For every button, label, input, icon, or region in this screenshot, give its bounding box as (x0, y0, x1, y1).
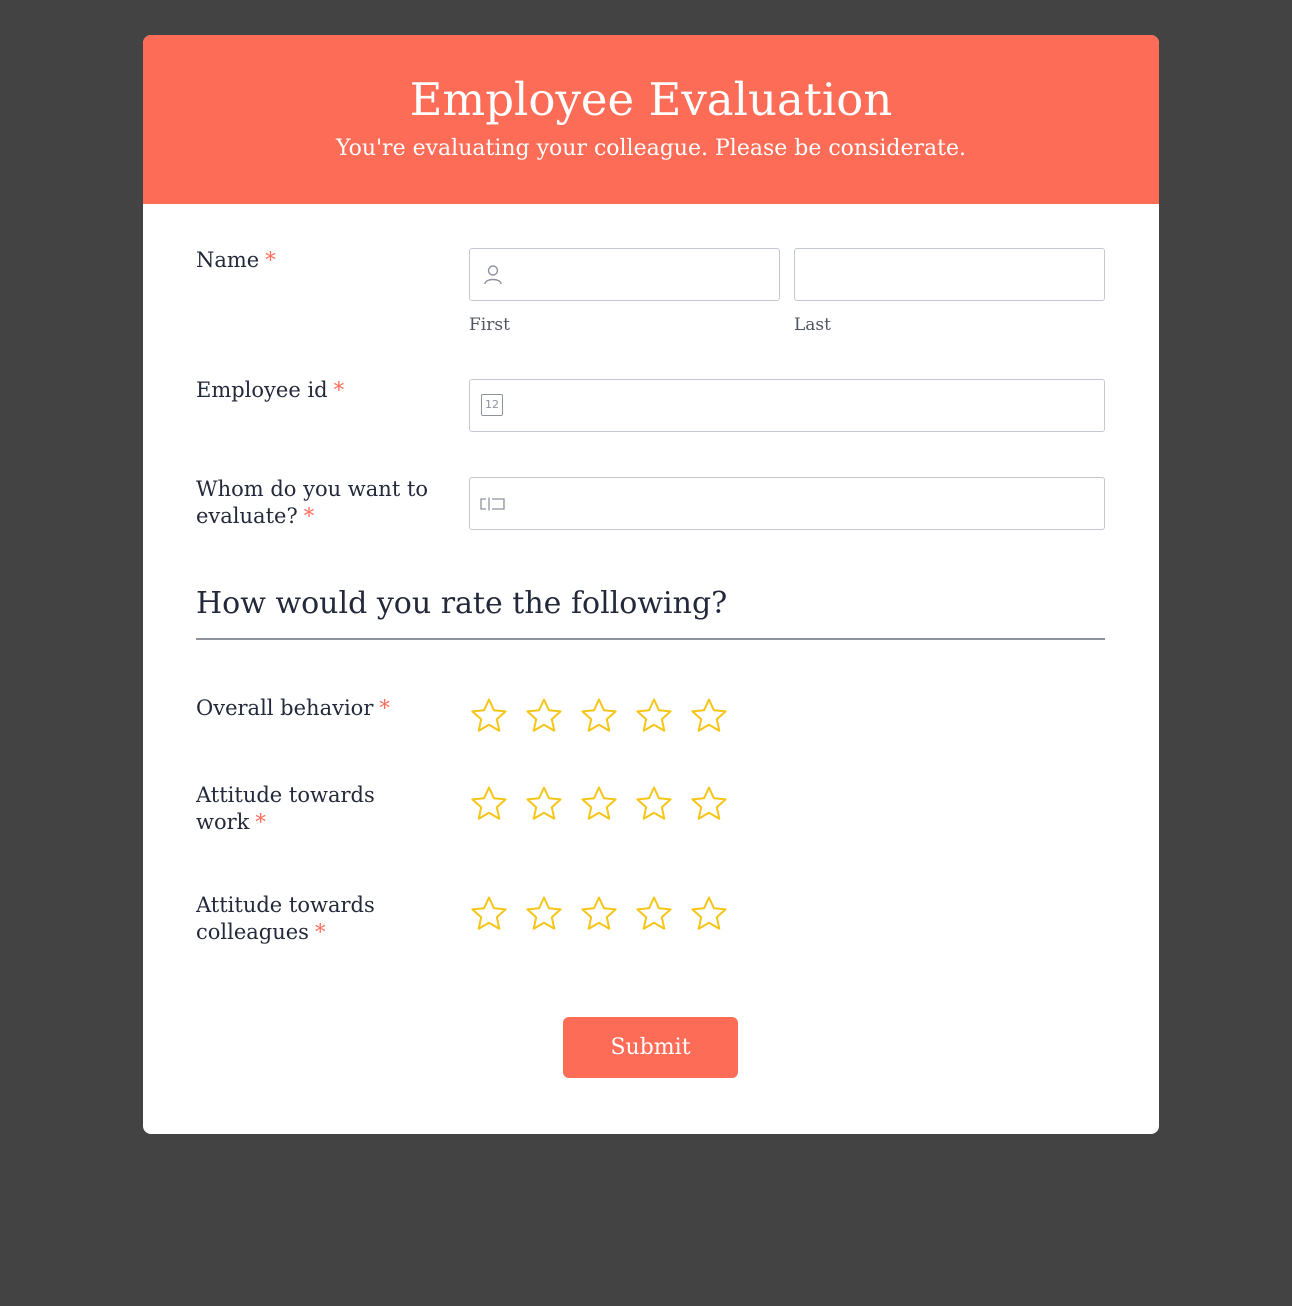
employee-id-label-text: Employee id (196, 378, 328, 402)
star-icon[interactable] (579, 696, 619, 736)
last-name-input[interactable] (794, 248, 1105, 301)
star-icon[interactable] (524, 784, 564, 824)
employee-id-input[interactable] (469, 379, 1105, 432)
required-asterisk: * (265, 248, 276, 272)
star-rating-overall-behavior (469, 696, 729, 736)
required-asterisk: * (333, 378, 345, 402)
star-icon[interactable] (469, 696, 509, 736)
form-subtitle: You're evaluating your colleague. Please… (335, 136, 967, 161)
star-rating-attitude-work (469, 784, 729, 824)
first-name-input[interactable] (469, 248, 780, 301)
required-asterisk: * (379, 696, 390, 720)
star-icon[interactable] (469, 784, 509, 824)
star-icon[interactable] (689, 784, 729, 824)
rating-label-attitude-work: Attitude towards work * (196, 782, 406, 836)
star-icon[interactable] (634, 696, 674, 736)
evaluatee-label: Whom do you want to evaluate? * (196, 476, 446, 530)
form-header: Employee Evaluation You're evaluating yo… (143, 35, 1159, 204)
star-rating-attitude-colleagues (469, 894, 729, 934)
star-icon[interactable] (689, 696, 729, 736)
star-icon[interactable] (634, 784, 674, 824)
star-icon[interactable] (469, 894, 509, 934)
submit-button[interactable]: Submit (563, 1017, 738, 1078)
star-icon[interactable] (579, 894, 619, 934)
rating-section-heading: How would you rate the following? (196, 586, 728, 621)
employee-id-label: Employee id * (196, 377, 344, 404)
star-icon[interactable] (579, 784, 619, 824)
rating-label-text: Attitude towards work (196, 783, 375, 834)
required-asterisk: * (255, 810, 266, 834)
evaluatee-input[interactable] (469, 477, 1105, 530)
required-asterisk: * (303, 504, 315, 528)
rating-label-text: Attitude towards colleagues (196, 893, 375, 944)
number-icon: 12 (481, 394, 503, 416)
name-label: Name * (196, 247, 276, 274)
star-icon[interactable] (524, 894, 564, 934)
star-icon[interactable] (689, 894, 729, 934)
last-sublabel: Last (794, 315, 831, 335)
rating-label-overall-behavior: Overall behavior * (196, 695, 390, 722)
required-asterisk: * (314, 920, 326, 944)
first-sublabel: First (469, 315, 510, 335)
star-icon[interactable] (524, 696, 564, 736)
name-label-text: Name (196, 248, 260, 272)
form-title: Employee Evaluation (409, 73, 893, 126)
section-divider (196, 638, 1105, 640)
form-card: Employee Evaluation You're evaluating yo… (143, 35, 1159, 1134)
star-icon[interactable] (634, 894, 674, 934)
rating-label-attitude-colleagues: Attitude towards colleagues * (196, 892, 406, 946)
person-icon (483, 264, 503, 290)
text-input-icon (480, 496, 506, 515)
rating-label-text: Overall behavior (196, 696, 374, 720)
